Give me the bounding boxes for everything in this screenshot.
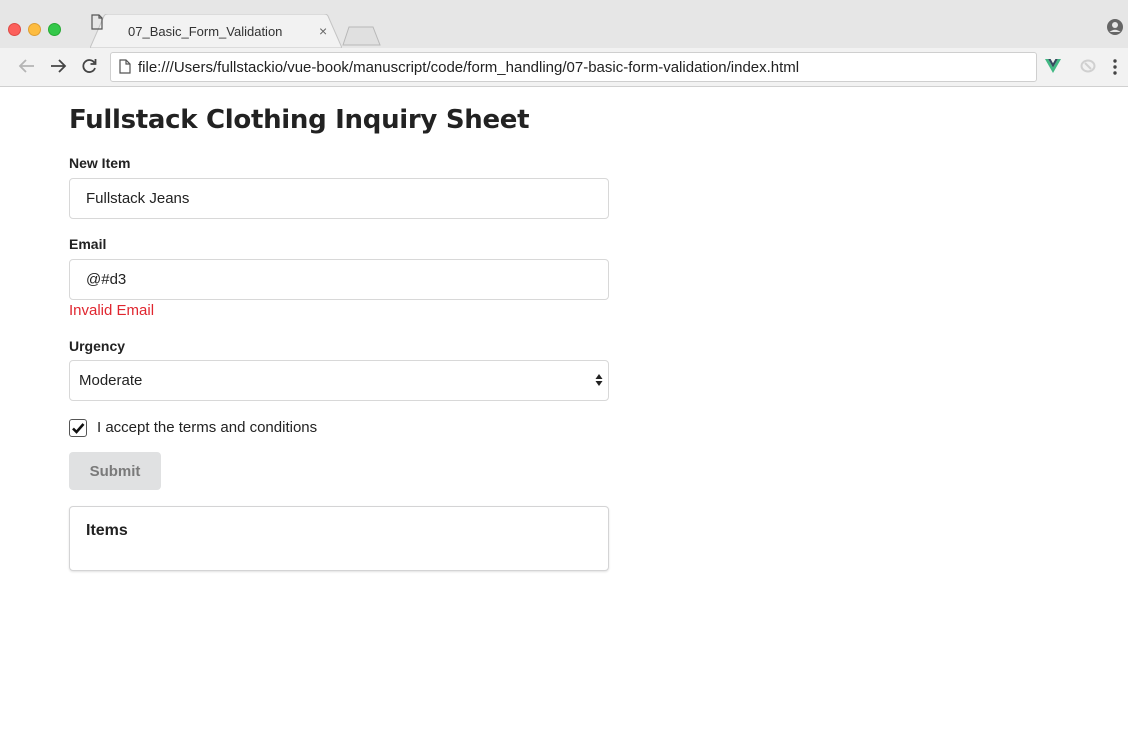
items-card: Items [69, 506, 609, 571]
browser-tab[interactable]: 07_Basic_Form_Validation × [90, 14, 342, 48]
page-info-icon[interactable] [119, 59, 131, 74]
email-value: @#d3 [86, 271, 127, 288]
address-bar[interactable]: file:///Users/fullstackio/vue-book/manus… [110, 52, 1037, 82]
new-item-label: New Item [69, 155, 131, 171]
email-error-message: Invalid Email [69, 302, 155, 319]
new-tab-button[interactable] [342, 26, 382, 46]
tab-close-icon[interactable]: × [319, 23, 327, 39]
new-item-input[interactable]: Fullstack Jeans [69, 178, 609, 219]
extension-icon[interactable] [1080, 59, 1096, 73]
maximize-window-button[interactable] [48, 23, 61, 36]
terms-label[interactable]: I accept the terms and conditions [97, 419, 317, 436]
select-arrows-icon [595, 374, 603, 386]
urgency-selected-value: Moderate [79, 372, 143, 389]
url-text[interactable]: file:///Users/fullstackio/vue-book/manus… [138, 59, 799, 76]
urgency-label: Urgency [69, 338, 126, 354]
new-item-value: Fullstack Jeans [86, 190, 190, 207]
minimize-window-button[interactable] [28, 23, 41, 36]
page-title: Fullstack Clothing Inquiry Sheet [69, 105, 530, 135]
browser-menu-icon[interactable] [1113, 59, 1117, 75]
items-title: Items [86, 522, 128, 539]
browser-titlebar: 07_Basic_Form_Validation × [0, 0, 1128, 48]
back-arrow-icon[interactable] [18, 57, 36, 75]
vue-devtools-icon[interactable] [1045, 59, 1061, 73]
close-window-button[interactable] [8, 23, 21, 36]
checkmark-icon [72, 423, 85, 434]
profile-icon[interactable] [1106, 18, 1124, 36]
urgency-select[interactable]: Moderate [69, 360, 609, 401]
email-label: Email [69, 236, 107, 252]
reload-icon[interactable] [80, 57, 98, 75]
page-content: Fullstack Clothing Inquiry Sheet New Ite… [0, 87, 1128, 755]
email-input[interactable]: @#d3 [69, 259, 609, 300]
forward-arrow-icon[interactable] [49, 57, 67, 75]
browser-toolbar: file:///Users/fullstackio/vue-book/manus… [0, 48, 1128, 87]
tab-title: 07_Basic_Form_Validation [128, 24, 283, 39]
terms-checkbox[interactable] [69, 419, 87, 437]
document-icon [91, 14, 103, 30]
submit-button[interactable]: Submit [69, 452, 161, 490]
